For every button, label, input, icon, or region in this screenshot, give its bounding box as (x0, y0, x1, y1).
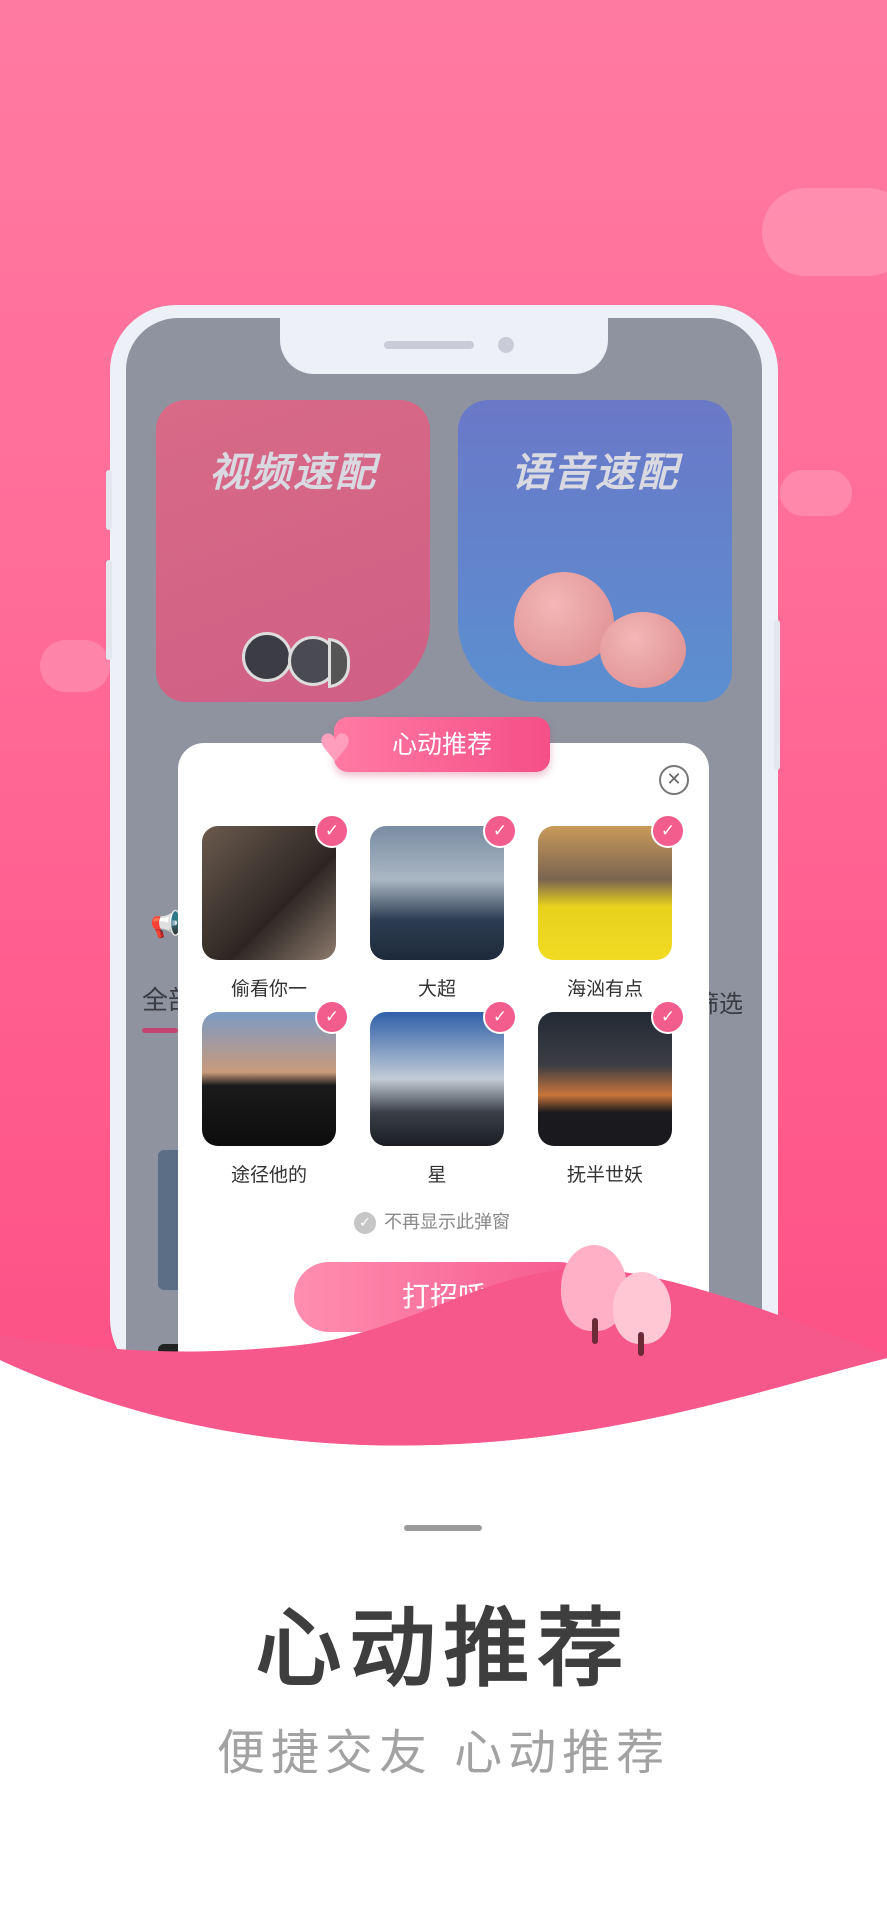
tab-all[interactable]: 全部 (142, 980, 182, 1017)
cloud-decoration (40, 640, 110, 692)
user-photo (370, 826, 504, 960)
check-icon[interactable]: ✓ (651, 1000, 685, 1034)
phone-side-button (106, 560, 112, 660)
user-name: 抚半世妖 (566, 1164, 643, 1186)
video-match-card[interactable]: 视频速配 (156, 400, 430, 702)
dont-show-again-checkbox[interactable]: ✓ 不再显示此弹窗 (354, 1208, 510, 1234)
avatar (242, 632, 292, 682)
close-icon[interactable]: ✕ (659, 765, 689, 795)
dont-show-label: 不再显示此弹窗 (384, 1212, 510, 1233)
user-name: 偷看你一 (230, 978, 307, 1000)
user-photo (202, 1012, 336, 1146)
recommended-user[interactable]: 海汹有点 (538, 826, 672, 1001)
phone-side-button (106, 470, 112, 530)
cloud-decoration (762, 188, 887, 276)
heart-icon: ♥ (318, 726, 353, 770)
phone-speaker (384, 341, 474, 349)
check-icon[interactable]: ✓ (483, 1000, 517, 1034)
check-icon[interactable]: ✓ (483, 814, 517, 848)
video-match-title: 视频速配 (209, 450, 377, 496)
recommended-user[interactable]: 途径他的 (202, 1012, 336, 1187)
megaphone-icon: 📢 (150, 910, 183, 940)
drag-handle (404, 1525, 482, 1531)
user-name: 大超 (417, 978, 456, 1000)
user-photo (538, 1012, 672, 1146)
user-name: 海汹有点 (566, 978, 643, 1000)
phone-camera (498, 337, 514, 353)
user-photo (370, 1012, 504, 1146)
cloud-decoration (780, 470, 852, 516)
heart-balloon-icon (514, 572, 614, 666)
tree-trunk (638, 1332, 644, 1356)
phone-side-button (774, 620, 780, 770)
promo-subline: 便捷交友 心动推荐 (216, 1725, 671, 1781)
voice-match-title: 语音速配 (511, 450, 679, 496)
check-icon[interactable]: ✓ (315, 1000, 349, 1034)
checkbox-icon: ✓ (354, 1212, 376, 1234)
check-icon[interactable]: ✓ (315, 814, 349, 848)
user-name: 途径他的 (230, 1164, 307, 1186)
recommended-user[interactable]: 星 (370, 1012, 504, 1187)
recommended-user[interactable]: 偷看你一 (202, 826, 336, 1001)
recommended-user[interactable]: 抚半世妖 (538, 1012, 672, 1187)
tree-trunk (592, 1318, 598, 1344)
tab-indicator (142, 1028, 178, 1033)
recommended-user[interactable]: 大超 (370, 826, 504, 1001)
modal-title: 心动推荐 (334, 717, 550, 772)
avatar (328, 638, 350, 688)
check-icon[interactable]: ✓ (651, 814, 685, 848)
promo-headline: 心动推荐 (255, 1599, 632, 1699)
heart-balloon-icon (600, 612, 686, 688)
wave-decoration (0, 1268, 887, 1500)
user-name: 星 (427, 1164, 447, 1186)
filter-button[interactable]: 筛选 (709, 984, 743, 1019)
user-photo (202, 826, 336, 960)
voice-match-card[interactable]: 语音速配 (458, 400, 732, 702)
user-photo (538, 826, 672, 960)
